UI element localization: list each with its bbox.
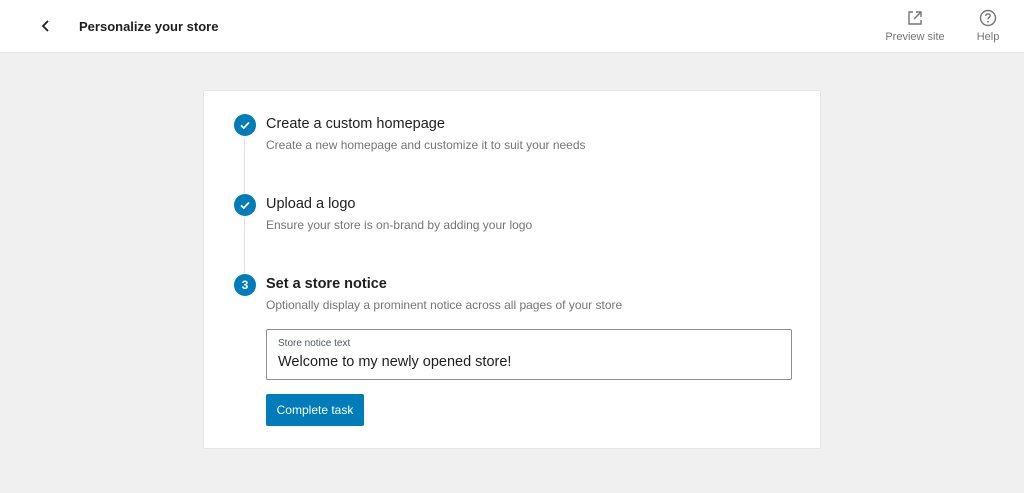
store-notice-field[interactable]: Store notice text — [266, 329, 792, 380]
step-complete-indicator — [234, 194, 256, 216]
complete-task-button[interactable]: Complete task — [266, 394, 364, 426]
back-button[interactable] — [34, 14, 58, 38]
step-title: Create a custom homepage — [266, 116, 445, 132]
step-complete-indicator — [234, 114, 256, 136]
store-notice-label: Store notice text — [278, 338, 351, 349]
external-link-icon — [908, 11, 922, 25]
step-title: Set a store notice — [266, 276, 387, 292]
help-circle-icon — [979, 9, 997, 27]
step-connector — [244, 218, 245, 273]
check-icon — [240, 121, 250, 130]
help-button[interactable]: Help — [970, 9, 1006, 43]
preview-site-button[interactable]: Preview site — [882, 9, 948, 43]
task-card: Create a custom homepage Create a new ho… — [203, 90, 821, 449]
chevron-left-icon — [41, 20, 49, 32]
step-connector — [244, 138, 245, 193]
top-bar: Personalize your store Preview site Help — [0, 0, 1024, 53]
step-number-indicator: 3 — [234, 274, 256, 296]
preview-site-label: Preview site — [885, 31, 945, 43]
step-description: Create a new homepage and customize it t… — [266, 138, 586, 152]
step-title: Upload a logo — [266, 196, 356, 212]
store-notice-input[interactable] — [278, 354, 778, 370]
help-label: Help — [976, 31, 1000, 43]
check-icon — [240, 201, 250, 210]
page-title: Personalize your store — [79, 19, 219, 34]
step-description: Optionally display a prominent notice ac… — [266, 298, 623, 312]
step-description: Ensure your store is on-brand by adding … — [266, 218, 533, 232]
